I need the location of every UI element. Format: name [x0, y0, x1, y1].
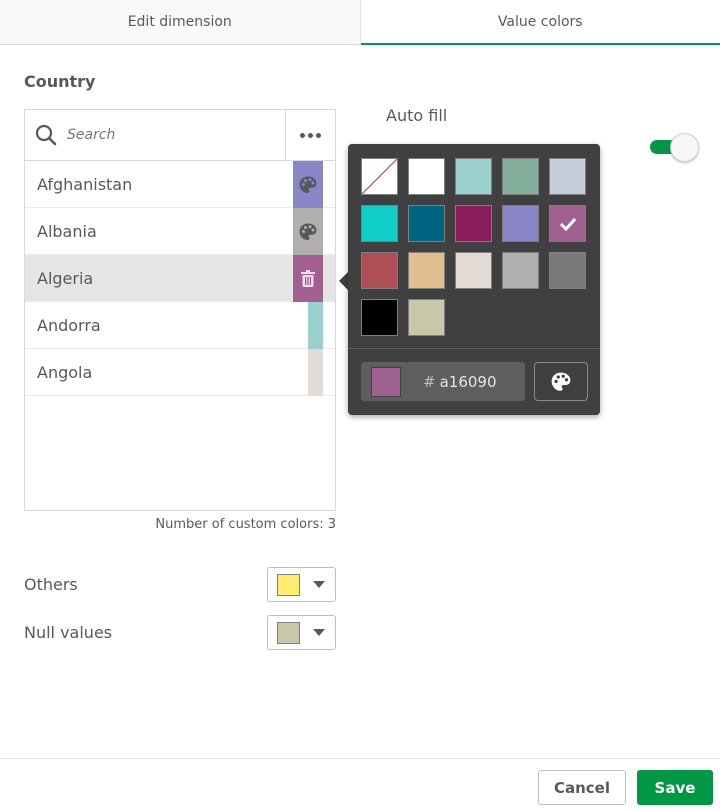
- others-row: Others: [24, 567, 336, 602]
- null-values-row: Null values: [24, 615, 336, 650]
- checkmark-icon: [559, 217, 576, 231]
- swatch-sage[interactable]: [502, 158, 539, 195]
- list-item-label: Angola: [37, 362, 93, 382]
- footer-bar: Cancel Save: [0, 758, 720, 811]
- swatch-plum[interactable]: [455, 205, 492, 242]
- current-color-swatch: [371, 366, 401, 397]
- swatch-khaki[interactable]: [408, 299, 445, 336]
- swatch-black[interactable]: [361, 299, 398, 336]
- color-picker-popover: # a16090: [348, 144, 600, 415]
- swatch-red[interactable]: [361, 252, 398, 289]
- toggle-knob: [670, 133, 699, 162]
- list-item-label: Andorra: [37, 315, 101, 335]
- hex-value[interactable]: a16090: [440, 373, 497, 391]
- others-label: Others: [24, 575, 78, 594]
- swatch-gray[interactable]: [502, 252, 539, 289]
- swatch-light-teal[interactable]: [455, 158, 492, 195]
- more-dot: [316, 132, 321, 138]
- tab-value-colors[interactable]: Value colors: [360, 0, 720, 45]
- value-color-swatch[interactable]: [293, 255, 323, 302]
- list-item-label: Afghanistan: [37, 174, 133, 194]
- more-dot: [308, 132, 313, 138]
- swatch-lavender[interactable]: [502, 205, 539, 242]
- more-horizontal-icon: [300, 132, 305, 138]
- search-row: [25, 110, 335, 161]
- value-color-swatch[interactable]: [293, 161, 323, 208]
- custom-color-button[interactable]: [534, 362, 588, 401]
- caret-down-icon: [313, 629, 325, 636]
- search-input[interactable]: [65, 126, 265, 144]
- swatch-white[interactable]: [408, 158, 445, 195]
- null-values-color-swatch: [277, 621, 300, 644]
- section-title: Country: [24, 72, 96, 91]
- tab-bar: Edit dimension Value colors: [0, 0, 720, 45]
- value-color-swatch[interactable]: [308, 302, 323, 349]
- auto-fill-label: Auto fill: [386, 106, 448, 125]
- swatch-light-gray-blue[interactable]: [549, 158, 586, 195]
- palette-icon: [551, 372, 571, 391]
- search-icon: [35, 124, 57, 146]
- null-values-color-dropdown[interactable]: [267, 615, 336, 650]
- tab-edit-dimension[interactable]: Edit dimension: [0, 0, 361, 45]
- custom-colors-count: Number of custom colors: 3: [155, 517, 336, 532]
- caret-down-icon: [313, 581, 325, 588]
- palette-icon: [299, 176, 317, 193]
- divider: [348, 348, 600, 349]
- swatch-sand[interactable]: [408, 252, 445, 289]
- null-values-label: Null values: [24, 623, 113, 642]
- swatch-none[interactable]: [361, 158, 398, 195]
- list-item-label: Algeria: [37, 268, 94, 288]
- list-item[interactable]: Afghanistan: [25, 161, 335, 208]
- list-item-label: Albania: [37, 221, 97, 241]
- list-item[interactable]: Andorra: [25, 302, 335, 349]
- cancel-button[interactable]: Cancel: [538, 770, 626, 805]
- hash-label: #: [423, 372, 436, 391]
- others-color-swatch: [277, 573, 300, 596]
- others-color-dropdown[interactable]: [267, 567, 336, 602]
- palette-icon: [299, 223, 317, 240]
- swatch-light-beige[interactable]: [455, 252, 492, 289]
- more-options-button[interactable]: [285, 110, 335, 160]
- swatch-turquoise[interactable]: [361, 205, 398, 242]
- swatch-mauve[interactable]: [549, 205, 586, 242]
- value-list: Afghanistan Albania Algeria: [24, 109, 336, 511]
- list-item[interactable]: Angola: [25, 349, 335, 396]
- auto-fill-toggle[interactable]: [648, 133, 700, 162]
- trash-icon[interactable]: [300, 269, 316, 288]
- value-color-swatch[interactable]: [308, 349, 323, 396]
- search-field[interactable]: [25, 110, 285, 160]
- list-item[interactable]: Albania: [25, 208, 335, 255]
- swatch-grid: [361, 158, 586, 336]
- no-color-icon: [362, 159, 397, 194]
- save-button[interactable]: Save: [637, 770, 713, 805]
- value-color-swatch[interactable]: [293, 208, 323, 255]
- swatch-petrol[interactable]: [408, 205, 445, 242]
- swatch-dark-gray[interactable]: [549, 252, 586, 289]
- hex-input-field[interactable]: # a16090: [361, 362, 525, 401]
- list-item-selected[interactable]: Algeria: [25, 255, 335, 302]
